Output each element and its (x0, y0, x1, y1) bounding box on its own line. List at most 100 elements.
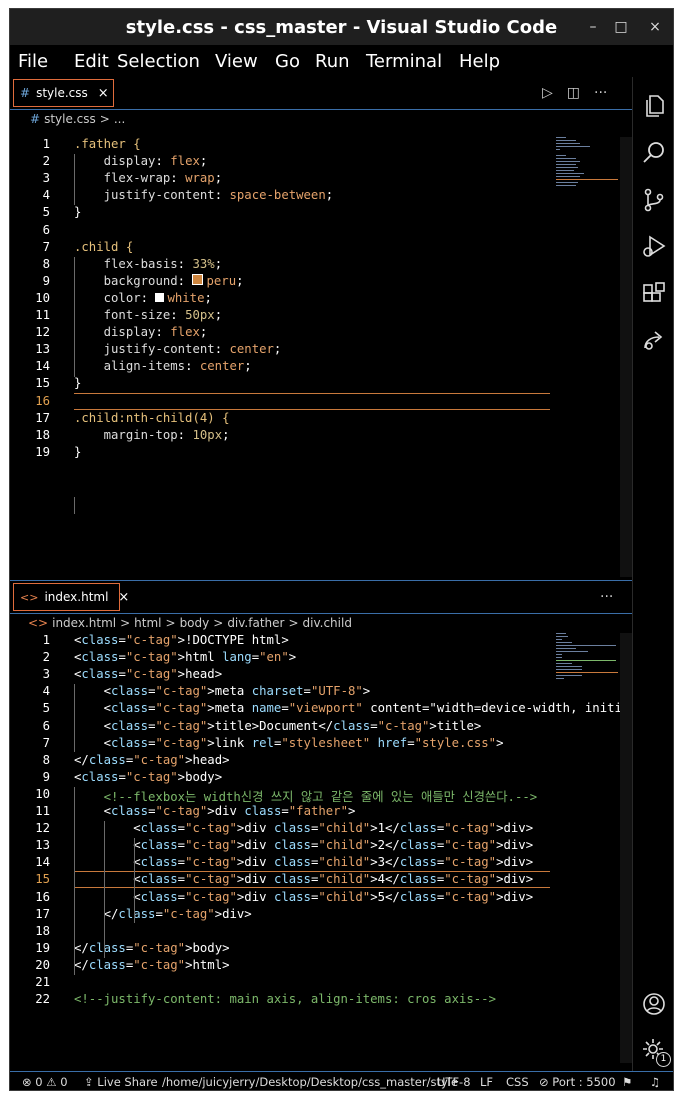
code-line[interactable]: </class="c-tag">body> (74, 941, 230, 955)
line-number: 13 (35, 838, 50, 853)
breadcrumb-file[interactable]: index.html (52, 616, 116, 630)
run-icon[interactable]: ▷ (542, 85, 553, 101)
code-line[interactable]: <class="c-tag">div class="child">4</clas… (74, 872, 533, 886)
menu-run[interactable]: Run (315, 51, 350, 72)
line-number: 11 (35, 804, 50, 818)
line-number: 22 (35, 992, 50, 1007)
code-line[interactable]: <class="c-tag">!DOCTYPE html> (74, 633, 289, 647)
code-line[interactable]: <class="c-tag">div class="child">1</clas… (74, 821, 533, 835)
notifications-bell-icon[interactable]: ♫ (650, 1075, 660, 1089)
split-editor-icon[interactable]: ◫ (567, 85, 580, 101)
code-line[interactable]: <class="c-tag">meta name="viewport" cont… (74, 701, 645, 715)
code-line[interactable]: <!--flexbox는 width신경 쓰지 않고 같은 줄에 있는 애들만 … (74, 787, 538, 805)
encoding-status[interactable]: UTF-8 (437, 1075, 471, 1089)
more-actions-icon[interactable]: ··· (600, 589, 613, 605)
code-line[interactable]: <class="c-tag">div class="child">5</clas… (74, 890, 533, 904)
activity-bar: 1 (632, 77, 673, 1071)
breadcrumb-more[interactable]: ... (114, 112, 125, 126)
code-line[interactable]: <!--justify-content: main axis, align-it… (74, 992, 496, 1006)
code-line[interactable]: .child { (74, 240, 133, 254)
code-line[interactable]: color: white; (74, 291, 212, 305)
code-line[interactable]: flex-basis: 33%; (74, 257, 222, 271)
problems-indicator[interactable]: ⊗ 0 ⚠ 0 (22, 1075, 68, 1089)
language-status[interactable]: CSS (506, 1075, 529, 1089)
code-line[interactable]: align-items: center; (74, 359, 252, 373)
live-share-icon[interactable] (641, 328, 667, 354)
css-file-icon: # (30, 112, 41, 126)
code-line[interactable]: .father { (74, 137, 141, 151)
tab-style-css[interactable]: # style.css × (13, 79, 114, 107)
line-number: 15 (35, 376, 50, 391)
search-icon[interactable] (641, 140, 667, 166)
line-number: 14 (35, 359, 50, 374)
code-line[interactable]: } (74, 445, 81, 459)
minimap[interactable] (556, 137, 620, 188)
menu-go[interactable]: Go (275, 51, 300, 72)
breadcrumb-div-child[interactable]: div.child (303, 616, 352, 630)
code-line[interactable]: </class="c-tag">html> (74, 958, 230, 972)
code-line[interactable]: display: flex; (74, 325, 208, 339)
breadcrumb-file[interactable]: style.css (44, 112, 96, 126)
code-line[interactable]: display: flex; (74, 154, 208, 168)
code-line[interactable]: background: peru; (74, 273, 244, 288)
vertical-scrollbar[interactable] (620, 633, 632, 1063)
extensions-icon[interactable] (641, 281, 667, 307)
code-line[interactable]: <class="c-tag">div class="father"> (74, 804, 356, 818)
port-status[interactable]: ⊘ Port : 5500 (539, 1075, 616, 1089)
line-number: 10 (35, 290, 50, 305)
menu-selection[interactable]: Selection (117, 51, 200, 72)
code-line[interactable]: <class="c-tag">div class="child">2</clas… (74, 838, 533, 852)
code-line[interactable]: justify-content: space-between; (74, 188, 334, 202)
editor-actions: ··· (600, 581, 613, 613)
line-number: 10 (35, 786, 50, 801)
code-line[interactable]: </class="c-tag">div> (74, 907, 252, 921)
line-number: 5 (42, 205, 50, 220)
line-number: 17 (35, 410, 50, 425)
live-share-status[interactable]: ⇪ Live Share (84, 1075, 158, 1089)
code-line[interactable]: justify-content: center; (74, 342, 282, 356)
account-icon[interactable] (641, 991, 667, 1017)
menu-terminal[interactable]: Terminal (366, 51, 442, 72)
code-line[interactable]: <class="c-tag">div class="child">3</clas… (74, 855, 533, 869)
code-line[interactable]: <class="c-tag">title>Document</class="c-… (74, 719, 482, 733)
code-line[interactable]: flex-wrap: wrap; (74, 171, 222, 185)
status-bar: ⊗ 0 ⚠ 0 ⇪ Live Share /home/juicyjerry/De… (10, 1071, 673, 1090)
close-tab-icon[interactable]: × (98, 86, 109, 101)
minimize-button[interactable]: – (585, 19, 601, 35)
breadcrumb-html[interactable]: html (134, 616, 161, 630)
close-window-button[interactable]: × (647, 19, 663, 35)
run-debug-icon[interactable] (641, 234, 667, 260)
code-line[interactable]: <class="c-tag">link rel="stylesheet" hre… (74, 736, 504, 750)
code-line[interactable]: <class="c-tag">body> (74, 770, 222, 784)
code-line[interactable]: <class="c-tag">head> (74, 667, 222, 681)
menu-file[interactable]: File (18, 51, 48, 72)
code-line[interactable]: } (74, 376, 81, 390)
code-line[interactable]: .child:nth-child(4) { (74, 411, 229, 425)
html-code-editor[interactable]: 1 <class="c-tag">!DOCTYPE html> 2 <class="c… (10, 633, 644, 1063)
code-line[interactable]: } (74, 205, 81, 219)
tab-index-html[interactable]: <> index.html × (13, 583, 129, 611)
menu-edit[interactable]: Edit (74, 51, 109, 72)
explorer-icon[interactable] (641, 93, 667, 119)
code-line[interactable]: <class="c-tag">meta charset="UTF-8"> (74, 684, 371, 698)
maximize-button[interactable]: □ (613, 19, 629, 35)
code-line[interactable]: margin-top: 10px; (74, 428, 230, 442)
source-control-icon[interactable] (641, 187, 667, 213)
code-line[interactable]: font-size: 50px; (74, 308, 222, 322)
menu-help[interactable]: Help (459, 51, 500, 72)
file-path[interactable]: /home/juicyjerry/Desktop/Desktop/css_mas… (162, 1075, 458, 1089)
breadcrumb-body[interactable]: body (180, 616, 210, 630)
more-actions-icon[interactable]: ··· (594, 85, 607, 101)
css-code-editor[interactable]: 1 .father {2 display: flex; 3 flex-wrap: w… (10, 137, 550, 577)
broadcast-icon[interactable]: ⚑ (622, 1075, 632, 1089)
code-line[interactable]: </class="c-tag">head> (74, 753, 230, 767)
close-tab-icon[interactable]: × (118, 590, 129, 605)
eol-status[interactable]: LF (480, 1075, 493, 1089)
manage-gear-icon[interactable]: 1 (641, 1037, 671, 1067)
breadcrumb-div-father[interactable]: div.father (227, 616, 284, 630)
menu-view[interactable]: View (215, 51, 258, 72)
minimap[interactable] (556, 633, 620, 681)
vertical-scrollbar[interactable] (620, 137, 632, 577)
code-line[interactable]: <class="c-tag">html lang="en"> (74, 650, 296, 664)
line-number: 17 (35, 906, 50, 921)
